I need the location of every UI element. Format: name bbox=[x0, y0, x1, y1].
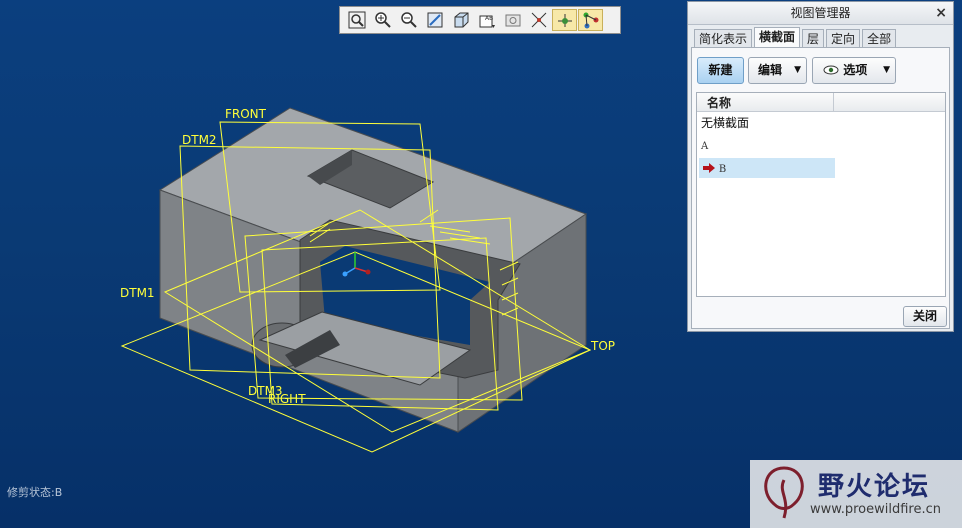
edit-button-label: 编辑 bbox=[758, 63, 783, 77]
chevron-down-icon: ▼ bbox=[883, 65, 890, 75]
repaint-button[interactable] bbox=[422, 9, 447, 31]
shading-icon bbox=[454, 12, 468, 28]
watermark-title: 野火论坛 bbox=[818, 472, 931, 502]
annotation-display-button[interactable] bbox=[578, 9, 603, 31]
cross-section-list: 名称 无横截面 A B bbox=[696, 92, 946, 297]
list-item-selected[interactable]: B bbox=[699, 158, 835, 178]
tab-orient[interactable]: 定向 bbox=[826, 29, 861, 48]
watermark-url: www.proewildfire.cn bbox=[810, 502, 941, 517]
list-item[interactable]: 无横截面 bbox=[699, 113, 835, 133]
saved-views-button[interactable]: AB bbox=[474, 9, 499, 31]
spin-center-button[interactable] bbox=[552, 9, 577, 31]
forum-logo-icon bbox=[764, 466, 804, 519]
new-button-label: 新建 bbox=[708, 63, 733, 77]
tab-cross-section[interactable]: 横截面 bbox=[754, 27, 801, 48]
column-header-name[interactable]: 名称 bbox=[707, 94, 731, 111]
shading-button[interactable] bbox=[448, 9, 473, 31]
view-toolbar: AB bbox=[339, 6, 621, 34]
close-button[interactable]: 关闭 bbox=[903, 306, 947, 327]
list-item-label: 无横截面 bbox=[701, 116, 750, 130]
refit-button[interactable] bbox=[344, 9, 369, 31]
datum-label-right[interactable]: RIGHT bbox=[268, 392, 306, 406]
zoom-out-icon bbox=[400, 12, 417, 28]
view-manager-icon bbox=[505, 14, 520, 27]
repaint-icon bbox=[427, 12, 442, 28]
close-icon[interactable]: × bbox=[935, 2, 947, 24]
datum-label-dtm1[interactable]: DTM1 bbox=[120, 286, 155, 300]
list-item-label: A bbox=[701, 141, 709, 152]
panel-title: 视图管理器 bbox=[790, 6, 851, 20]
zoom-in-icon bbox=[374, 12, 391, 28]
refit-icon bbox=[348, 11, 365, 29]
tab-all[interactable]: 全部 bbox=[862, 29, 897, 48]
zoom-in-button[interactable] bbox=[370, 9, 395, 31]
options-button[interactable]: 选项 ▼ bbox=[812, 57, 896, 84]
list-item[interactable]: A bbox=[699, 135, 835, 155]
tab-layers[interactable]: 层 bbox=[802, 29, 825, 48]
spin-center-icon bbox=[557, 14, 572, 27]
watermark: 野火论坛 www.proewildfire.cn bbox=[750, 460, 962, 528]
list-header: 名称 bbox=[697, 93, 945, 112]
panel-tabs: 简化表示 横截面 层 定向 全部 bbox=[694, 27, 898, 48]
view-manager-panel: 视图管理器 × 简化表示 横截面 层 定向 全部 新建 编辑 ▼ 选项 ▼ 名称… bbox=[687, 1, 954, 332]
list-item-label: B bbox=[718, 164, 727, 175]
datum-label-front[interactable]: FRONT bbox=[225, 107, 266, 121]
cross-section-tab-body: 新建 编辑 ▼ 选项 ▼ 名称 无横截面 A B 关闭 bbox=[691, 47, 950, 329]
active-arrow-icon bbox=[703, 163, 715, 173]
close-button-label: 关闭 bbox=[912, 309, 937, 323]
edit-button[interactable]: 编辑 ▼ bbox=[748, 57, 807, 84]
datum-label-dtm2[interactable]: DTM2 bbox=[182, 133, 217, 147]
tab-simplified-rep[interactable]: 简化表示 bbox=[694, 29, 753, 48]
eye-icon bbox=[823, 65, 839, 75]
status-text: 修剪状态:B bbox=[7, 486, 63, 499]
view-manager-button[interactable] bbox=[500, 9, 525, 31]
datum-label-top[interactable]: TOP bbox=[591, 339, 615, 353]
annotation-display-icon bbox=[583, 12, 598, 29]
saved-views-icon: AB bbox=[479, 15, 495, 28]
datum-display-icon bbox=[531, 12, 546, 28]
new-button[interactable]: 新建 bbox=[697, 57, 744, 84]
zoom-out-button[interactable] bbox=[396, 9, 421, 31]
datum-display-button[interactable] bbox=[526, 9, 551, 31]
chevron-down-icon: ▼ bbox=[794, 65, 801, 75]
panel-title-bar: 视图管理器 × bbox=[688, 2, 953, 25]
options-button-label: 选项 bbox=[843, 63, 868, 77]
svg-text:AB: AB bbox=[485, 15, 493, 22]
